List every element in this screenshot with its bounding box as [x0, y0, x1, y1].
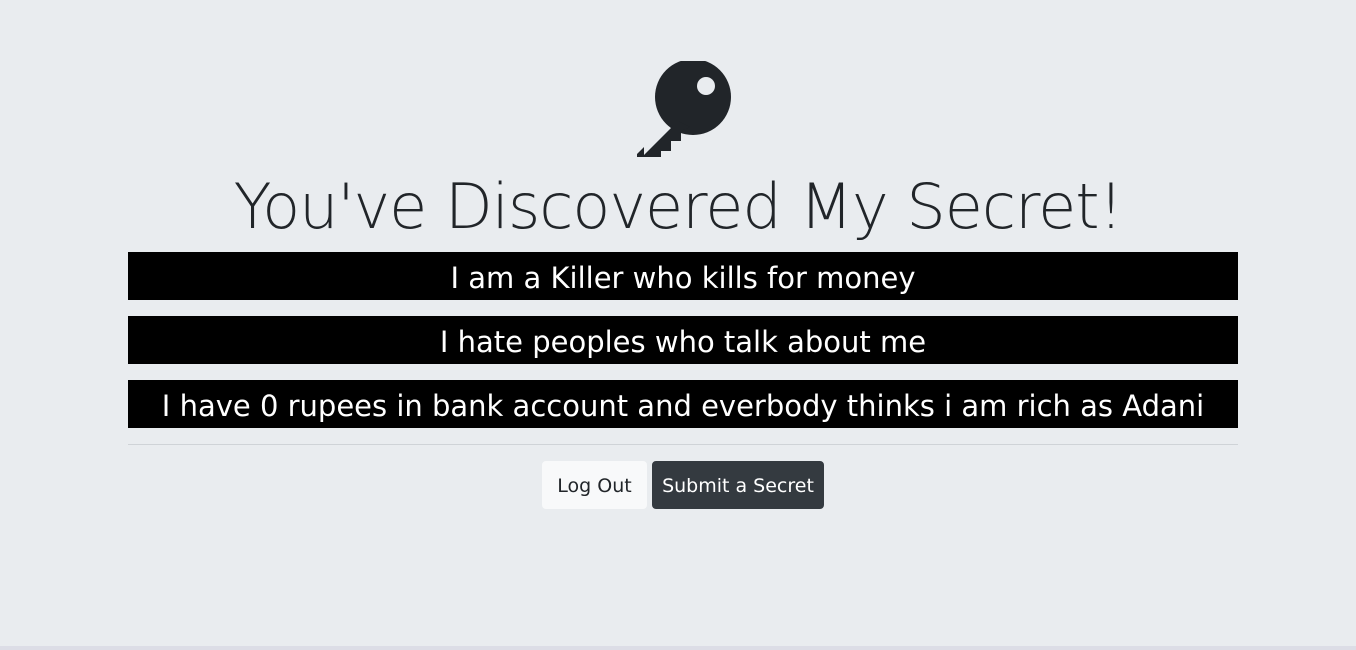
- key-icon: [634, 61, 732, 159]
- submit-secret-button[interactable]: Submit a Secret: [652, 461, 824, 509]
- secret-item: I hate peoples who talk about me: [128, 316, 1238, 364]
- divider: [128, 444, 1238, 445]
- logout-button[interactable]: Log Out: [542, 461, 647, 509]
- secret-item: I am a Killer who kills for money: [128, 252, 1238, 300]
- secrets-page: You've Discovered My Secret! I am a Kill…: [0, 0, 1356, 650]
- secret-item: I have 0 rupees in bank account and ever…: [128, 380, 1238, 428]
- window-bottom-edge: [0, 646, 1356, 650]
- page-title: You've Discovered My Secret!: [233, 170, 1124, 243]
